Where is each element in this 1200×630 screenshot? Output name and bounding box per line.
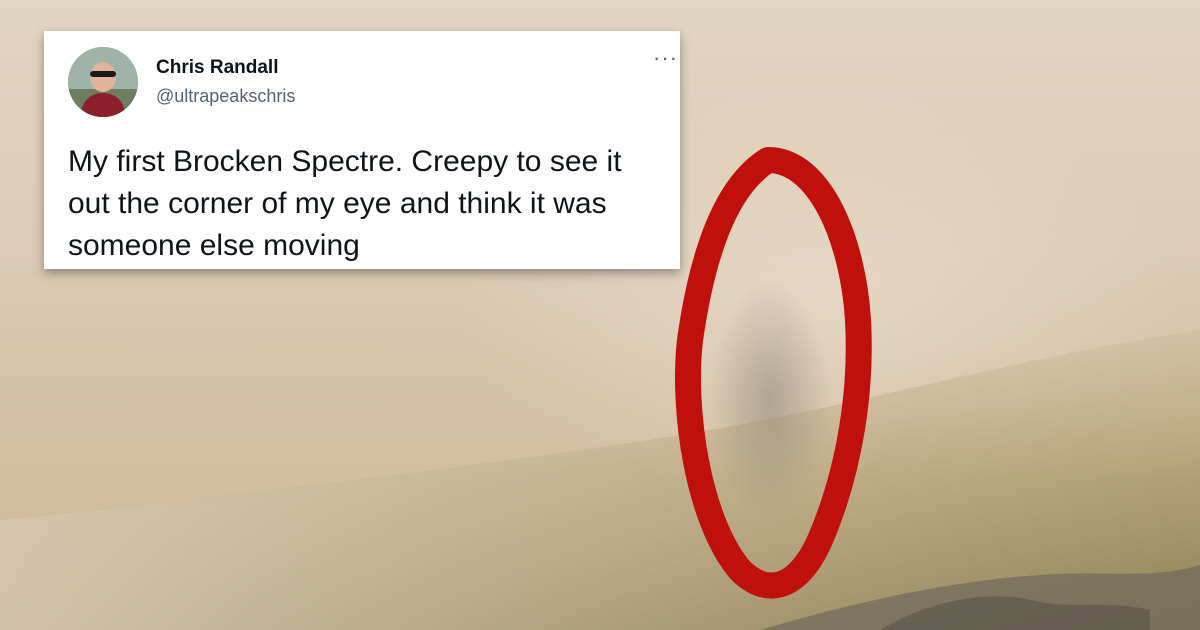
- author-handle[interactable]: @ultrapeakschris: [156, 86, 295, 107]
- more-dots-icon[interactable]: ···: [653, 47, 678, 69]
- author-name[interactable]: Chris Randall: [156, 57, 278, 79]
- avatar[interactable]: [68, 47, 138, 117]
- tweet-text: My first Brocken Spectre. Creepy to see …: [68, 145, 622, 262]
- tweet-card: Chris Randall @ultrapeakschris ··· My fi…: [44, 31, 680, 269]
